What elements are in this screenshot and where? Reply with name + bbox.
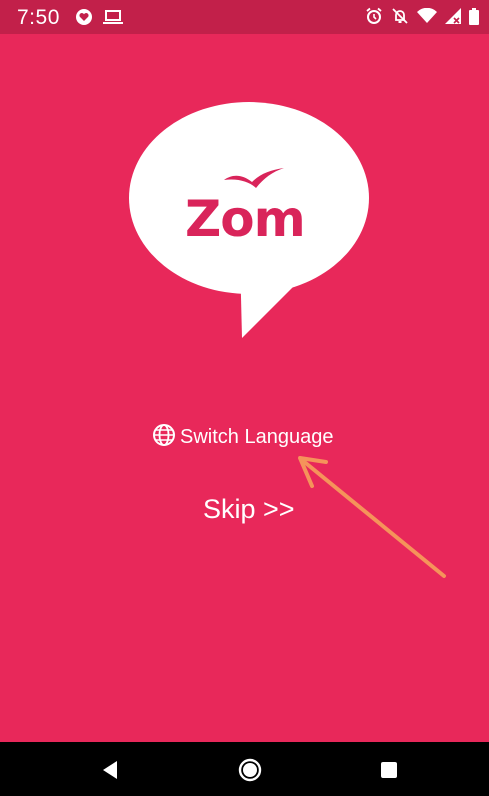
logo-text: Zom: [185, 190, 306, 248]
signal-icon: [445, 8, 461, 29]
status-bar: 7:50: [0, 0, 489, 34]
status-left-icons: [75, 8, 123, 31]
bell-off-icon: [391, 7, 409, 30]
navigation-bar: [0, 742, 489, 796]
skip-button[interactable]: Skip >>: [203, 494, 295, 525]
globe-icon: [152, 423, 176, 452]
home-icon[interactable]: [238, 758, 262, 782]
status-time: 7:50: [17, 6, 60, 29]
heart-shield-icon: [75, 8, 93, 31]
switch-language-label: Switch Language: [180, 426, 334, 448]
battery-icon: [469, 7, 479, 30]
switch-language-button[interactable]: Switch Language: [152, 423, 333, 452]
status-right-icons: [365, 7, 479, 30]
laptop-icon: [103, 9, 123, 30]
recents-icon[interactable]: [377, 758, 401, 782]
alarm-icon: [365, 7, 383, 30]
back-icon[interactable]: [98, 758, 122, 782]
wifi-icon: [417, 7, 437, 29]
